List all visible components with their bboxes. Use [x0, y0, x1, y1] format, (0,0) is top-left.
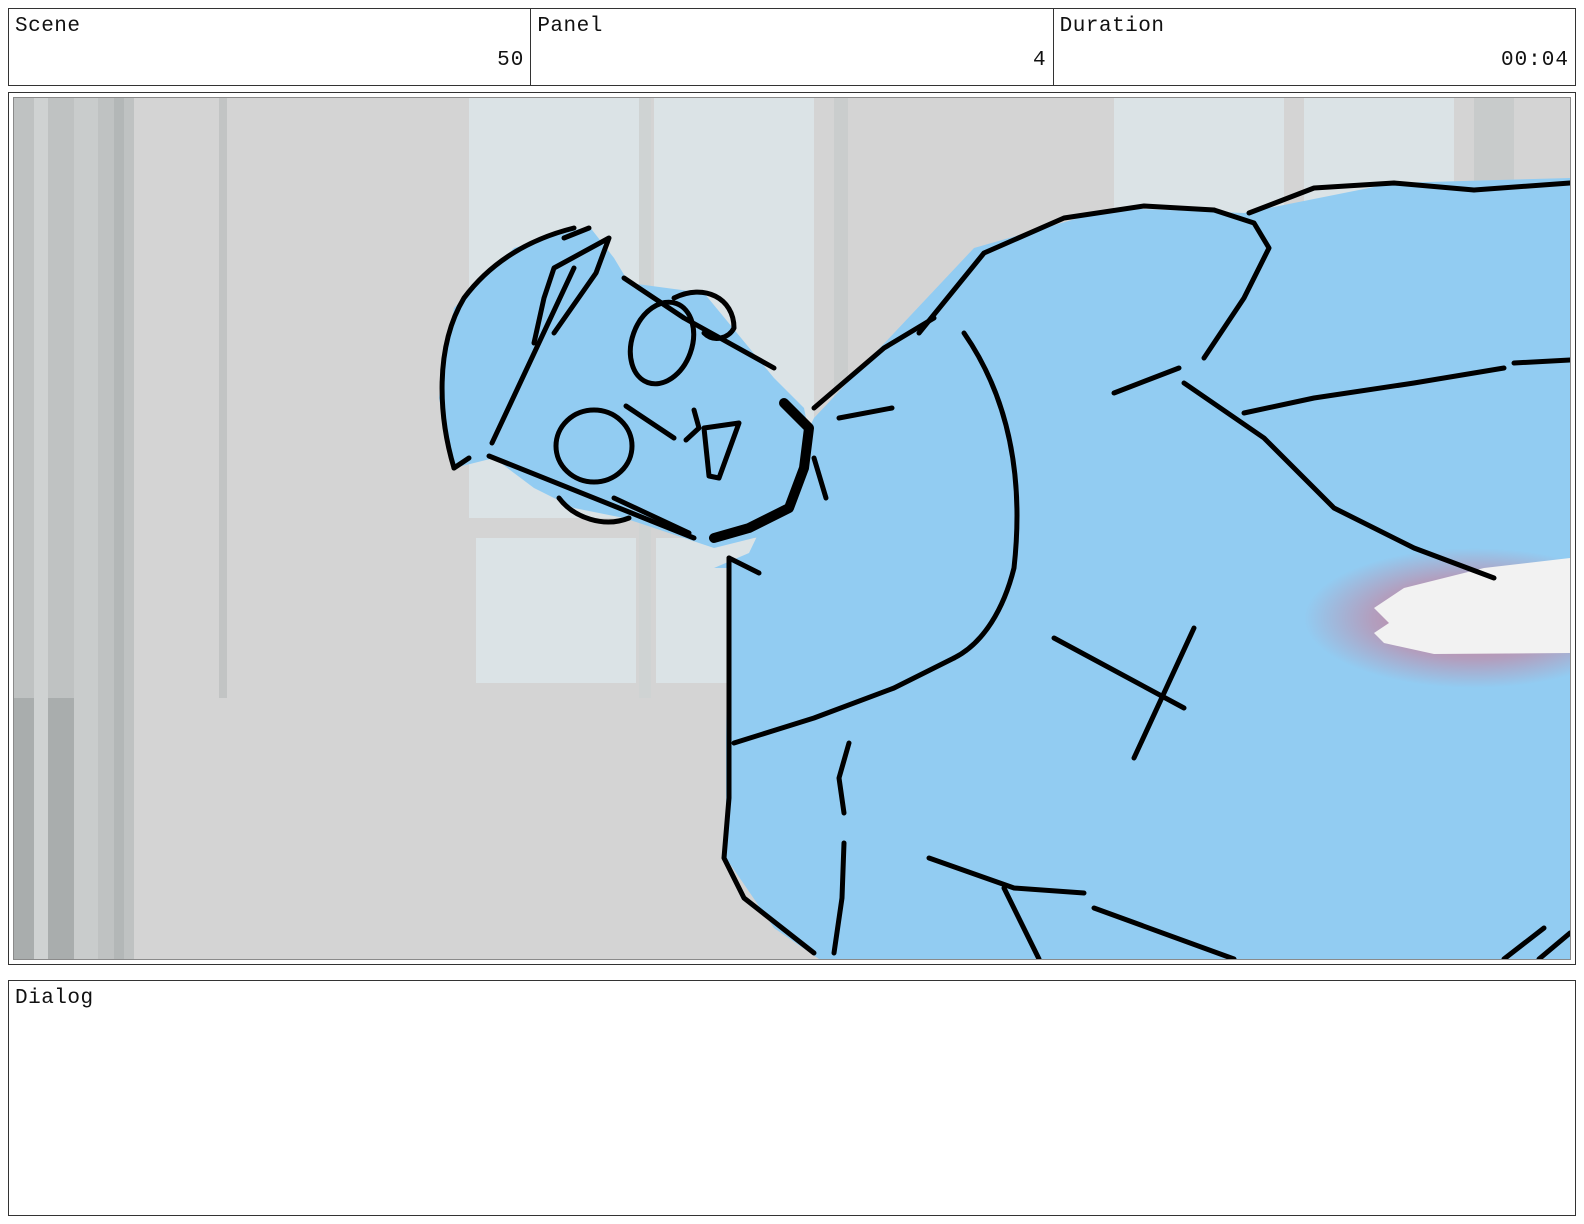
storyboard-header: Scene 50 Panel 4 Duration 00:04	[8, 8, 1576, 86]
duration-cell: Duration 00:04	[1054, 9, 1575, 85]
panel-cell: Panel 4	[531, 9, 1054, 85]
duration-value[interactable]: 00:04	[1501, 49, 1569, 72]
scene-number[interactable]: 50	[497, 49, 524, 72]
duration-label: Duration	[1059, 15, 1165, 38]
scene-cell: Scene 50	[9, 9, 532, 85]
scene-label: Scene	[15, 15, 81, 38]
dialog-label: Dialog	[15, 987, 94, 1010]
panel-artwork[interactable]	[13, 97, 1571, 960]
panel-label: Panel	[537, 15, 603, 38]
dialog-box[interactable]: Dialog	[8, 980, 1576, 1216]
panel-frame	[8, 92, 1576, 965]
panel-number[interactable]: 4	[1033, 49, 1047, 72]
storyboard-sketch-icon	[14, 98, 1570, 959]
